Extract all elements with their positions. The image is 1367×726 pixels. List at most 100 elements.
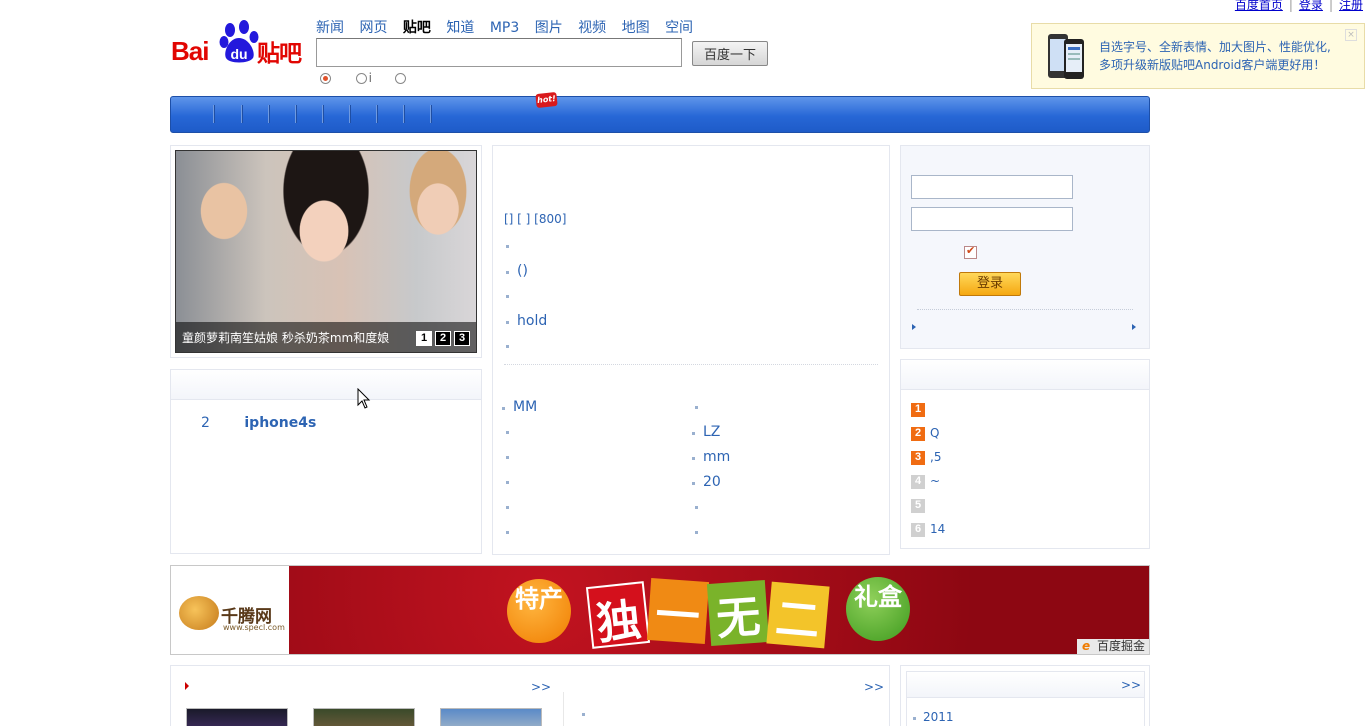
phone-icon: [1048, 34, 1084, 79]
rank-box: 1 2Q 3,5 4 ~ 5 6 14: [900, 359, 1150, 549]
list-item-title[interactable]: iphone4s: [244, 415, 316, 431]
thumbnail[interactable]: [186, 708, 288, 726]
ad-badge[interactable]: 百度掘金: [1076, 639, 1149, 654]
radio-option-2[interactable]: [355, 73, 367, 84]
nav-video[interactable]: 视频: [578, 20, 606, 36]
rank-item[interactable]: 1: [911, 402, 930, 417]
login-link[interactable]: 登录: [1299, 0, 1323, 12]
rank-text[interactable]: ~: [930, 474, 940, 488]
bullet: [695, 406, 698, 409]
radio-option-1[interactable]: [320, 73, 331, 84]
slideshow-photo[interactable]: 童颜萝莉南笙姑娘 秒杀奶茶mm和度娘 123: [175, 150, 477, 353]
mouse-cursor-icon: [357, 388, 371, 409]
ad-char-4: 二: [766, 581, 830, 649]
nav-map[interactable]: 地图: [622, 20, 650, 36]
nav-news[interactable]: 新闻: [316, 20, 344, 36]
rank-item[interactable]: 5: [911, 498, 930, 513]
radio-option-2-label: i: [368, 71, 372, 85]
bullet: [506, 531, 509, 534]
rank-number: 4: [911, 474, 925, 489]
password-input[interactable]: [911, 207, 1073, 231]
separator: |: [1288, 0, 1293, 12]
nav-images[interactable]: 图片: [535, 20, 563, 36]
rank-item[interactable]: 4 ~: [911, 474, 940, 489]
bullet: [695, 531, 698, 534]
login-box: 登录: [900, 145, 1150, 349]
slide-page-3[interactable]: 3: [454, 331, 470, 346]
username-input[interactable]: [911, 175, 1073, 199]
year-link[interactable]: 2011: [923, 710, 954, 724]
rank-text[interactable]: Q: [930, 426, 939, 440]
thread-item[interactable]: hold: [505, 313, 547, 329]
promo-text: 自选字号、全新表情、加大图片、性能优化, 多项升级新版贴吧Android客户端更…: [1099, 38, 1331, 74]
baidu-tieba-logo[interactable]: Bai du 贴吧: [171, 18, 307, 67]
banner-ad[interactable]: 千腾网 www.specl.com 特产 独 一 无 二 礼盒 百度掘金: [170, 565, 1150, 655]
bar-divider: [241, 105, 242, 123]
promo-line-2: 多项升级新版贴吧Android客户端更好用！: [1099, 58, 1326, 72]
category-bar: [170, 96, 1150, 133]
login-button[interactable]: 登录: [959, 272, 1021, 296]
bullet: [506, 431, 509, 434]
rank-number: 5: [911, 498, 925, 513]
close-icon[interactable]: ×: [1345, 29, 1357, 41]
bullet: [506, 481, 509, 484]
slideshow-caption[interactable]: 童颜萝莉南笙姑娘 秒杀奶茶mm和度娘: [182, 329, 389, 346]
thumbnail[interactable]: [440, 708, 542, 726]
top-links: 百度首页 | 登录 | 注册: [1235, 0, 1363, 13]
logo-du-text: du: [230, 46, 247, 62]
rank-number: 3: [911, 450, 925, 465]
mascot-icon: [179, 596, 219, 630]
search-nav: 新闻 网页 贴吧 知道 MP3 图片 视频 地图 空间: [316, 17, 704, 37]
ad-url: www.specl.com: [223, 623, 285, 632]
arrow-right-icon[interactable]: [1132, 324, 1136, 330]
thumbnail[interactable]: [313, 708, 415, 726]
divider: [504, 364, 878, 365]
search-input[interactable]: [316, 38, 682, 67]
more-link[interactable]: >>: [531, 680, 551, 694]
list-item[interactable]: 2 iphone4s: [201, 415, 316, 431]
search-type-radios: i: [320, 71, 408, 85]
search-button[interactable]: 百度一下: [692, 41, 768, 66]
bullet: [506, 295, 509, 298]
nav-tieba[interactable]: 贴吧: [403, 20, 431, 36]
nav-zhidao[interactable]: 知道: [446, 20, 474, 36]
rank-text[interactable]: ,5: [930, 450, 941, 464]
nav-mp3[interactable]: MP3: [490, 20, 519, 36]
baidu-home-link[interactable]: 百度首页: [1235, 0, 1283, 12]
arrow-right-icon[interactable]: [912, 324, 916, 330]
bullet: [506, 506, 509, 509]
bar-divider: [403, 105, 404, 123]
thread-item[interactable]: MM: [501, 399, 537, 415]
register-link[interactable]: 注册: [1339, 0, 1363, 12]
bar-divider: [213, 105, 214, 123]
divider: [563, 692, 564, 726]
rank-number: 6: [911, 522, 925, 537]
nav-web[interactable]: 网页: [359, 20, 387, 36]
android-promo[interactable]: 自选字号、全新表情、加大图片、性能优化, 多项升级新版贴吧Android客户端更…: [1031, 23, 1365, 89]
thread-item[interactable]: LZ: [691, 424, 720, 440]
more-link[interactable]: >>: [864, 680, 884, 694]
bullet: [695, 506, 698, 509]
photo-slideshow[interactable]: 童颜萝莉南笙姑娘 秒杀奶茶mm和度娘 123: [170, 145, 482, 358]
more-link[interactable]: >>: [1121, 678, 1141, 692]
nav-space[interactable]: 空间: [665, 20, 693, 36]
hot-badge: hot!: [535, 91, 558, 109]
rank-item[interactable]: 2Q: [911, 426, 939, 441]
logo-tieba-text: 贴吧: [257, 41, 302, 67]
slide-page-2[interactable]: 2: [435, 331, 451, 346]
thread-item[interactable]: (): [506, 263, 528, 279]
rank-item[interactable]: 3,5: [911, 450, 941, 465]
rank-item[interactable]: 6 14: [911, 522, 945, 537]
radio-option-3[interactable]: [394, 73, 406, 84]
bottom-content-box: >> >>: [170, 665, 890, 726]
center-content-box: [] [ ] [800] () hold MM LZ mm 20: [492, 145, 890, 555]
bottom-right-box: >> 2011: [900, 665, 1150, 726]
thread-item[interactable]: 20: [692, 474, 721, 490]
slide-page-1[interactable]: 1: [416, 331, 432, 346]
top-thread-link[interactable]: [] [ ] [800]: [504, 212, 566, 226]
remember-checkbox[interactable]: [964, 244, 977, 259]
list-item-number: 2: [201, 415, 210, 431]
thread-item[interactable]: mm: [691, 449, 730, 465]
rank-text[interactable]: 14: [930, 522, 945, 536]
bullet: [582, 713, 585, 716]
